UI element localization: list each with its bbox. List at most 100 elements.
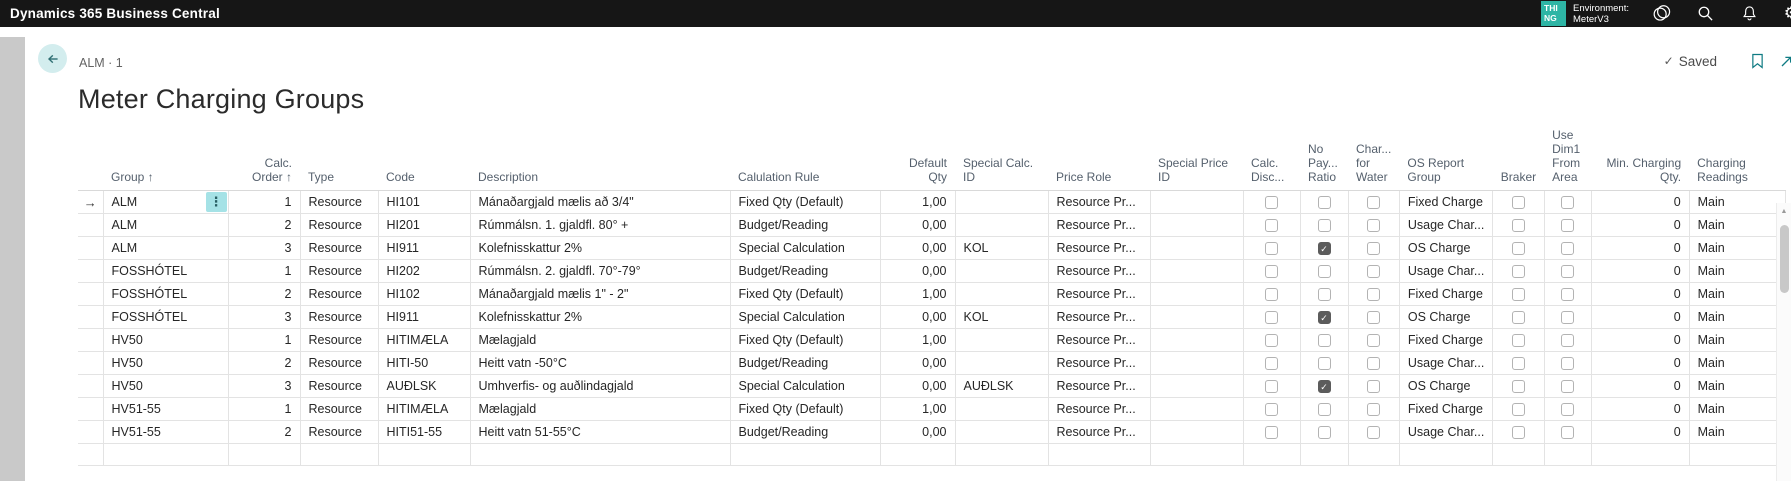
- breadcrumb[interactable]: ALM · 1: [79, 56, 123, 70]
- column-header-charging-readings[interactable]: Charging Readings: [1689, 128, 1785, 191]
- column-header-type[interactable]: Type: [300, 128, 378, 191]
- back-button[interactable]: [38, 44, 67, 73]
- char-for-water-checkbox[interactable]: [1367, 219, 1380, 232]
- dynamics-apps-icon[interactable]: [1651, 4, 1671, 24]
- cell-group[interactable]: FOSSHÓTEL: [103, 283, 228, 306]
- braker-checkbox[interactable]: [1512, 380, 1525, 393]
- cell-os-report-group[interactable]: Usage Char...: [1399, 214, 1492, 237]
- cell-description[interactable]: Rúmmálsn. 1. gjaldfl. 80° +: [470, 214, 730, 237]
- braker-checkbox[interactable]: [1512, 196, 1525, 209]
- cell-price-role[interactable]: Resource Pr...: [1048, 306, 1150, 329]
- cell-os-report-group[interactable]: Usage Char...: [1399, 260, 1492, 283]
- braker-checkbox[interactable]: [1512, 219, 1525, 232]
- cell-selector[interactable]: [78, 214, 103, 237]
- cell-calculation-rule[interactable]: Special Calculation: [730, 375, 880, 398]
- cell-group[interactable]: FOSSHÓTEL: [103, 260, 228, 283]
- cell-special-price-id[interactable]: [1150, 237, 1243, 260]
- cell-calculation-rule[interactable]: Fixed Qty (Default): [730, 329, 880, 352]
- cell-code[interactable]: HI911: [378, 237, 470, 260]
- cell-special-calc-id[interactable]: [955, 214, 1048, 237]
- calc-disc-checkbox[interactable]: [1265, 380, 1278, 393]
- calc-disc-checkbox[interactable]: [1265, 288, 1278, 301]
- cell-charging-readings[interactable]: Main: [1689, 283, 1785, 306]
- cell-type[interactable]: Resource: [300, 306, 378, 329]
- braker-checkbox[interactable]: [1512, 265, 1525, 278]
- cell-selector[interactable]: [78, 283, 103, 306]
- cell-charging-readings[interactable]: Main: [1689, 329, 1785, 352]
- cell-charging-readings[interactable]: Main: [1689, 306, 1785, 329]
- no-pay-ratio-checkbox[interactable]: [1318, 265, 1331, 278]
- cell-calculation-rule[interactable]: Special Calculation: [730, 237, 880, 260]
- cell-calculation-rule[interactable]: Fixed Qty (Default): [730, 283, 880, 306]
- cell-selector[interactable]: [78, 237, 103, 260]
- cell-group[interactable]: ALM⋮: [103, 191, 228, 214]
- braker-checkbox[interactable]: [1512, 242, 1525, 255]
- cell-type[interactable]: Resource: [300, 214, 378, 237]
- braker-checkbox[interactable]: [1512, 311, 1525, 324]
- cell-os-report-group[interactable]: OS Charge: [1399, 375, 1492, 398]
- cell-min-charging-qty[interactable]: 0: [1591, 352, 1689, 375]
- char-for-water-checkbox[interactable]: [1367, 357, 1380, 370]
- cell-default-qty[interactable]: 0,00: [880, 260, 955, 283]
- char-for-water-checkbox[interactable]: [1367, 288, 1380, 301]
- char-for-water-checkbox[interactable]: [1367, 426, 1380, 439]
- expand-page-icon[interactable]: [1779, 54, 1791, 69]
- cell-default-qty[interactable]: 0,00: [880, 375, 955, 398]
- column-header-price-role[interactable]: Price Role: [1048, 128, 1150, 191]
- cell-special-calc-id[interactable]: KOL: [955, 237, 1048, 260]
- cell-os-report-group[interactable]: Fixed Charge: [1399, 398, 1492, 421]
- cell-selector[interactable]: [78, 329, 103, 352]
- cell-special-calc-id[interactable]: [955, 421, 1048, 444]
- cell-min-charging-qty[interactable]: 0: [1591, 283, 1689, 306]
- settings-gear-icon[interactable]: ⚙: [1781, 4, 1791, 24]
- no-pay-ratio-checkbox[interactable]: ✓: [1318, 242, 1331, 255]
- calc-disc-checkbox[interactable]: [1265, 196, 1278, 209]
- calc-disc-checkbox[interactable]: [1265, 334, 1278, 347]
- cell-type[interactable]: Resource: [300, 329, 378, 352]
- use-dim1-from-area-checkbox[interactable]: [1561, 196, 1574, 209]
- cell-group[interactable]: ALM: [103, 214, 228, 237]
- cell-special-price-id[interactable]: [1150, 260, 1243, 283]
- cell-os-report-group[interactable]: OS Charge: [1399, 237, 1492, 260]
- cell-calculation-rule[interactable]: Budget/Reading: [730, 352, 880, 375]
- calc-disc-checkbox[interactable]: [1265, 265, 1278, 278]
- use-dim1-from-area-checkbox[interactable]: [1561, 334, 1574, 347]
- cell-group[interactable]: HV50: [103, 352, 228, 375]
- cell-special-price-id[interactable]: [1150, 421, 1243, 444]
- cell-price-role[interactable]: Resource Pr...: [1048, 421, 1150, 444]
- bookmark-icon[interactable]: [1751, 53, 1764, 69]
- use-dim1-from-area-checkbox[interactable]: [1561, 219, 1574, 232]
- cell-calc-order[interactable]: 2: [228, 214, 300, 237]
- char-for-water-checkbox[interactable]: [1367, 265, 1380, 278]
- calc-disc-checkbox[interactable]: [1265, 219, 1278, 232]
- char-for-water-checkbox[interactable]: [1367, 403, 1380, 416]
- cell-calc-order[interactable]: 1: [228, 260, 300, 283]
- cell-code[interactable]: HITI-50: [378, 352, 470, 375]
- cell-description[interactable]: Heitt vatn 51-55°C: [470, 421, 730, 444]
- cell-default-qty[interactable]: 0,00: [880, 421, 955, 444]
- cell-selector[interactable]: [78, 260, 103, 283]
- cell-calculation-rule[interactable]: Fixed Qty (Default): [730, 191, 880, 214]
- cell-calc-order[interactable]: 3: [228, 306, 300, 329]
- cell-calculation-rule[interactable]: Fixed Qty (Default): [730, 398, 880, 421]
- cell-charging-readings[interactable]: Main: [1689, 237, 1785, 260]
- cell-charging-readings[interactable]: Main: [1689, 214, 1785, 237]
- cell-type[interactable]: Resource: [300, 283, 378, 306]
- cell-min-charging-qty[interactable]: 0: [1591, 306, 1689, 329]
- cell-special-calc-id[interactable]: [955, 398, 1048, 421]
- column-header-calc-order[interactable]: Calc. Order ↑: [228, 128, 300, 191]
- cell-special-price-id[interactable]: [1150, 398, 1243, 421]
- cell-description[interactable]: Kolefnisskattur 2%: [470, 306, 730, 329]
- cell-calc-order[interactable]: 3: [228, 237, 300, 260]
- braker-checkbox[interactable]: [1512, 357, 1525, 370]
- cell-price-role[interactable]: Resource Pr...: [1048, 352, 1150, 375]
- column-header-use-dim1-from-area[interactable]: Use Dim1 From Area: [1544, 128, 1591, 191]
- cell-min-charging-qty[interactable]: 0: [1591, 191, 1689, 214]
- cell-description[interactable]: Kolefnisskattur 2%: [470, 237, 730, 260]
- cell-price-role[interactable]: Resource Pr...: [1048, 398, 1150, 421]
- cell-calc-order[interactable]: 2: [228, 352, 300, 375]
- column-header-os-report-group[interactable]: OS Report Group: [1399, 128, 1492, 191]
- no-pay-ratio-checkbox[interactable]: ✓: [1318, 311, 1331, 324]
- cell-special-calc-id[interactable]: [955, 260, 1048, 283]
- cell-description[interactable]: Rúmmálsn. 2. gjaldfl. 70°-79°: [470, 260, 730, 283]
